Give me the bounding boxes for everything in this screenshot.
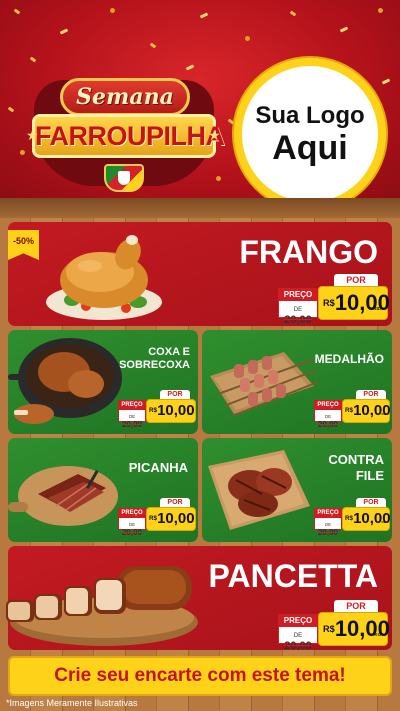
old-price: DE 20,00 [121,522,143,537]
rs-flag-icon [104,164,144,192]
preco-label: PREÇO [315,509,341,518]
price-tag: POR PREÇO DE 20,00 R$10,00 UNID [278,274,390,326]
por-label: POR [334,600,378,612]
new-price: R$10,00 KG [146,507,196,531]
confetti [13,8,21,15]
price-tag: POR PREÇO DE 20,00 R$10,00 KG [314,390,392,429]
confetti [29,56,37,63]
contra-file-steaks-image [208,450,310,530]
cta-banner[interactable]: Crie seu encarte com este tema! [8,656,392,696]
confetti [7,106,15,113]
por-label: POR [334,274,378,286]
logo-text-line2: Aqui [272,129,348,167]
price-tag: POR PREÇO DE 20,00 R$10,00 KG [118,498,198,537]
chicken-legs-pan-image [8,338,122,424]
new-price: R$10,00 KG [146,399,196,423]
logo-placeholder[interactable]: Sua Logo Aqui [234,58,386,198]
product-name: CONTRA FILE [328,452,384,483]
confetti [339,26,349,33]
old-price-box: PREÇO DE 20,00 [314,508,342,537]
price-tag: POR PREÇO DE 20,00 R$10,00 KG [118,390,198,429]
event-title-badge: Semana FARROUPILHA ★ ★ [24,72,225,194]
por-label: POR [356,498,386,507]
old-price-box: PREÇO DE 20,00 [118,508,146,537]
star-icon: ★ [26,128,39,144]
new-price: R$10,00 UNID [318,286,390,320]
product-name: PANCETTA [208,558,378,594]
old-price: DE 20,00 [284,633,312,650]
wood-shelf [0,198,400,218]
product-name: MEDALHÃO [314,352,384,366]
confetti [185,64,195,71]
product-name: PICANHA [128,460,188,475]
confetti [289,10,297,17]
pancetta-board-image [6,566,198,646]
roast-chicken-image [46,235,162,320]
new-price: R$10,00 KG [342,399,391,423]
logo-text-line1: Sua Logo [255,102,365,129]
medalhao-skewers-image [210,352,319,417]
confetti [59,28,69,35]
product-name: FRANGO [239,234,378,270]
confetti [377,7,384,14]
por-label: POR [160,390,190,399]
header-banner: Semana FARROUPILHA ★ ★ Sua Logo Aqui [0,0,400,198]
title-semana: Semana [60,78,190,116]
preco-label: PREÇO [279,615,317,627]
confetti [109,7,116,14]
por-label: POR [356,390,386,399]
por-label: POR [160,498,190,507]
picanha-board-image [8,466,118,526]
new-price: R$10,00 KG [342,507,391,531]
confetti [199,12,209,19]
new-price: R$10,00 KG [318,612,390,646]
old-price-box: PREÇO DE 20,00 [278,288,318,326]
disclaimer-text: *Imagens Meramente Ilustrativas [6,698,138,708]
confetti [381,78,391,85]
title-farroupilha: FARROUPILHA [32,114,225,158]
old-price-box: PREÇO DE 20,00 [278,614,318,650]
confetti [244,35,251,42]
product-name: COXA E SOBRECOXA [119,346,190,371]
price-tag: POR PREÇO DE 20,00 R$10,00 KG [314,498,392,537]
price-tag: POR PREÇO DE 20,00 R$10,00 KG [278,600,390,650]
old-price: DE 20,00 [317,522,339,537]
confetti [149,42,157,49]
confetti [227,118,235,125]
old-price: DE 20,00 [284,307,312,326]
star-icon: ★ [208,128,221,144]
preco-label: PREÇO [119,509,145,518]
preco-label: PREÇO [279,289,317,301]
